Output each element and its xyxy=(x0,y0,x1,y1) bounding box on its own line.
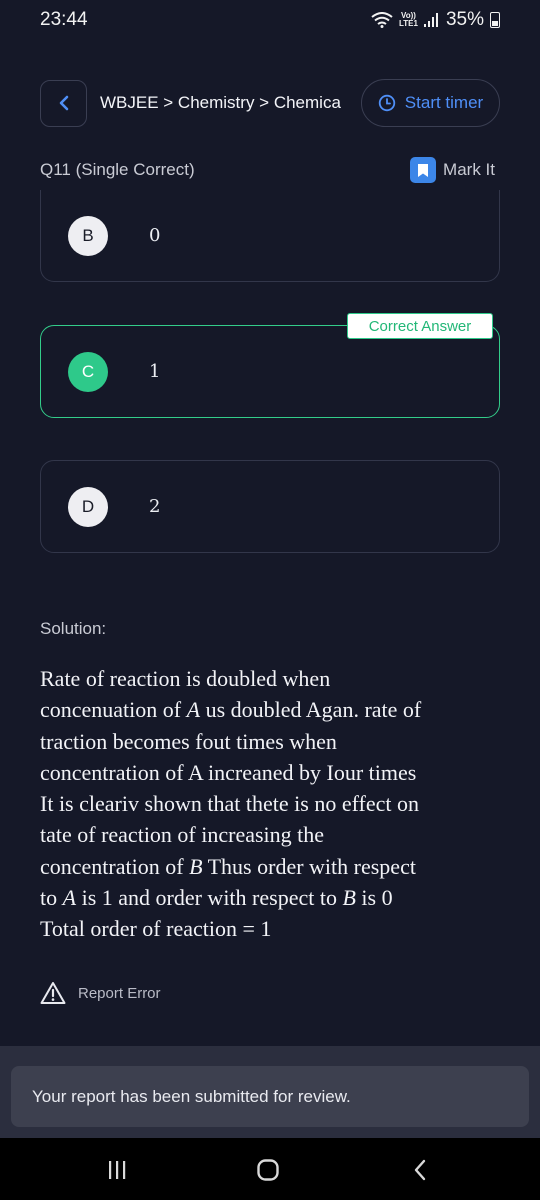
recent-apps-button[interactable] xyxy=(99,1152,135,1188)
solution-line: Rate of reaction is doubled when xyxy=(40,666,331,691)
chevron-left-icon xyxy=(59,95,68,111)
solution-line: to A is 1 and order with respect to B is… xyxy=(40,885,393,911)
solution-line: concenuation of A us doubled Agan. rate … xyxy=(40,697,422,723)
warning-icon xyxy=(40,982,66,1004)
breadcrumb[interactable]: WBJEE > Chemistry > Chemica xyxy=(100,93,350,113)
option-value: 1 xyxy=(149,361,161,382)
battery-icon xyxy=(490,12,500,28)
back-icon xyxy=(414,1159,426,1181)
option-letter: B xyxy=(68,215,108,256)
solution-line: traction becomes fout times when xyxy=(40,728,337,754)
option-letter: D xyxy=(68,486,108,527)
home-button[interactable] xyxy=(250,1152,286,1188)
report-error-button[interactable]: Report Error xyxy=(40,981,161,1005)
mark-it-button[interactable]: Mark It xyxy=(410,157,495,183)
signal-icon xyxy=(423,13,438,27)
home-icon xyxy=(257,1159,279,1181)
back-button[interactable] xyxy=(40,79,87,127)
toast-message: Your report has been submitted for revie… xyxy=(11,1066,529,1127)
solution-line: It is cleariv shown that thete is no eff… xyxy=(40,791,419,817)
clock-icon xyxy=(378,94,395,112)
status-icons: Vo)) LTE1 35% xyxy=(371,9,500,31)
solution-line: concentration of B Thus order with respe… xyxy=(40,853,416,879)
solution-label: Solution: xyxy=(40,619,107,638)
option-value: 0 xyxy=(149,225,161,246)
battery-percent: 35% xyxy=(445,9,484,30)
option-d[interactable]: D 2 xyxy=(40,460,500,553)
wifi-icon xyxy=(371,12,393,28)
status-bar: 23:44 Vo)) LTE1 35% xyxy=(0,0,540,40)
start-timer-button[interactable]: Start timer xyxy=(361,79,500,127)
header: WBJEE > Chemistry > Chemica Start timer xyxy=(40,79,500,127)
question-subheader: Q11 (Single Correct) Mark It xyxy=(40,152,495,188)
solution-line: Total order of reaction = 1 xyxy=(40,916,272,942)
start-timer-label: Start timer xyxy=(404,93,484,112)
option-letter: C xyxy=(68,351,108,392)
solution-line: concentration of A increaned by Iour tim… xyxy=(40,759,417,785)
correct-answer-badge: Correct Answer xyxy=(347,313,493,339)
recent-apps-icon xyxy=(109,1161,126,1179)
volte-icon: Vo)) LTE1 xyxy=(399,11,418,28)
bookmark-icon xyxy=(410,157,437,183)
question-label: Q11 (Single Correct) xyxy=(40,160,195,179)
report-error-label: Report Error xyxy=(78,984,161,1002)
solution-text: Rate of reaction is doubled when concenu… xyxy=(40,663,500,945)
solution-line: tate of reaction of increasing the xyxy=(40,822,325,848)
option-value: 2 xyxy=(149,496,161,517)
system-nav-bar xyxy=(0,1138,540,1200)
status-time: 23:44 xyxy=(40,9,88,30)
option-b[interactable]: B 0 xyxy=(40,190,500,282)
mark-it-label: Mark It xyxy=(443,160,495,179)
nav-back-button[interactable] xyxy=(402,1152,438,1188)
